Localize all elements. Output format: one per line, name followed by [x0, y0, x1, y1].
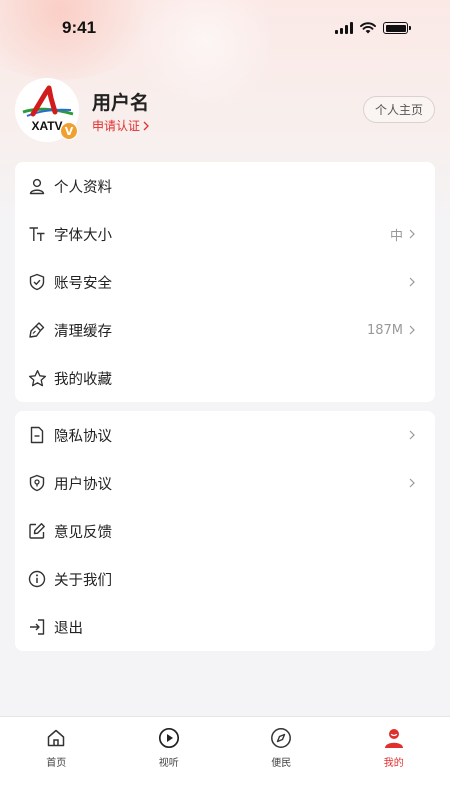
menu-item-label: 我的收藏 — [54, 371, 112, 388]
chevron-right-icon — [409, 228, 419, 240]
font-size-value: 中 — [389, 228, 403, 244]
menu-item-label: 关于我们 — [54, 572, 112, 589]
menu-item-clear-cache[interactable]: 清理缓存 187M — [15, 306, 435, 354]
user-icon — [27, 176, 47, 196]
tab-label: 首页 — [46, 758, 67, 769]
tab-home[interactable]: 首页 — [0, 717, 113, 800]
bottom-tab-bar: 首页 视听 便民 我的 — [0, 716, 450, 800]
menu-item-label: 用户协议 — [54, 476, 112, 493]
menu-item-favorites[interactable]: 我的收藏 — [15, 354, 435, 402]
personal-homepage-button[interactable]: 个人主页 — [362, 96, 435, 123]
home-icon — [45, 727, 67, 749]
wifi-icon — [360, 22, 376, 34]
menu-item-label: 字体大小 — [54, 227, 112, 244]
tab-mine[interactable]: 我的 — [338, 717, 450, 800]
logout-icon — [27, 617, 47, 637]
menu-item-label: 个人资料 — [54, 179, 112, 196]
chevron-right-icon — [409, 477, 419, 489]
font-size-icon — [27, 224, 47, 244]
apply-verification-label: 申请认证 — [92, 119, 141, 133]
menu-card-about: 隐私协议 用户协议 意见反馈 关于我们 退出 — [15, 411, 435, 651]
shield-lock-icon — [27, 473, 47, 493]
cache-size-value: 187M — [366, 322, 403, 338]
apply-verification-link[interactable]: 申请认证 — [92, 117, 149, 134]
tab-label: 视听 — [158, 758, 179, 769]
star-icon — [27, 368, 47, 388]
person-icon — [383, 727, 405, 749]
menu-item-profile-info[interactable]: 个人资料 — [15, 162, 435, 210]
status-icons — [335, 22, 411, 34]
menu-card-account: 个人资料 字体大小 中 账号安全 清理缓存 187M 我的收藏 — [15, 162, 435, 402]
username: 用户名 — [92, 92, 150, 114]
battery-icon — [383, 22, 411, 34]
chevron-right-icon — [409, 276, 419, 288]
info-icon — [27, 569, 47, 589]
tab-audio-video[interactable]: 视听 — [113, 717, 226, 800]
tab-label: 我的 — [383, 758, 404, 769]
signal-icon — [335, 22, 353, 34]
verified-badge: V — [60, 122, 78, 140]
svg-text:XATV: XATV — [31, 119, 62, 133]
status-bar: 9:41 — [0, 0, 450, 58]
menu-item-label: 意见反馈 — [54, 524, 112, 541]
menu-item-logout[interactable]: 退出 — [15, 603, 435, 651]
menu-item-label: 退出 — [54, 620, 83, 637]
menu-item-label: 账号安全 — [54, 275, 112, 292]
menu-item-about-us[interactable]: 关于我们 — [15, 555, 435, 603]
tab-label: 便民 — [271, 758, 292, 769]
edit-icon — [27, 521, 47, 541]
chevron-right-icon — [409, 429, 419, 441]
menu-item-user-agreement[interactable]: 用户协议 — [15, 459, 435, 507]
broom-icon — [27, 320, 47, 340]
tab-services[interactable]: 便民 — [225, 717, 338, 800]
status-time: 9:41 — [62, 18, 97, 37]
chevron-right-icon — [143, 121, 149, 130]
menu-item-font-size[interactable]: 字体大小 中 — [15, 210, 435, 258]
chevron-right-icon — [409, 324, 419, 336]
menu-item-privacy-policy[interactable]: 隐私协议 — [15, 411, 435, 459]
profile-header: XATV V 用户名 申请认证 个人主页 — [15, 78, 435, 142]
menu-item-feedback[interactable]: 意见反馈 — [15, 507, 435, 555]
compass-icon — [270, 727, 292, 749]
menu-item-label: 隐私协议 — [54, 428, 112, 445]
play-icon — [158, 727, 180, 749]
document-icon — [27, 425, 47, 445]
shield-check-icon — [27, 272, 47, 292]
menu-item-account-security[interactable]: 账号安全 — [15, 258, 435, 306]
menu-item-label: 清理缓存 — [54, 323, 112, 340]
